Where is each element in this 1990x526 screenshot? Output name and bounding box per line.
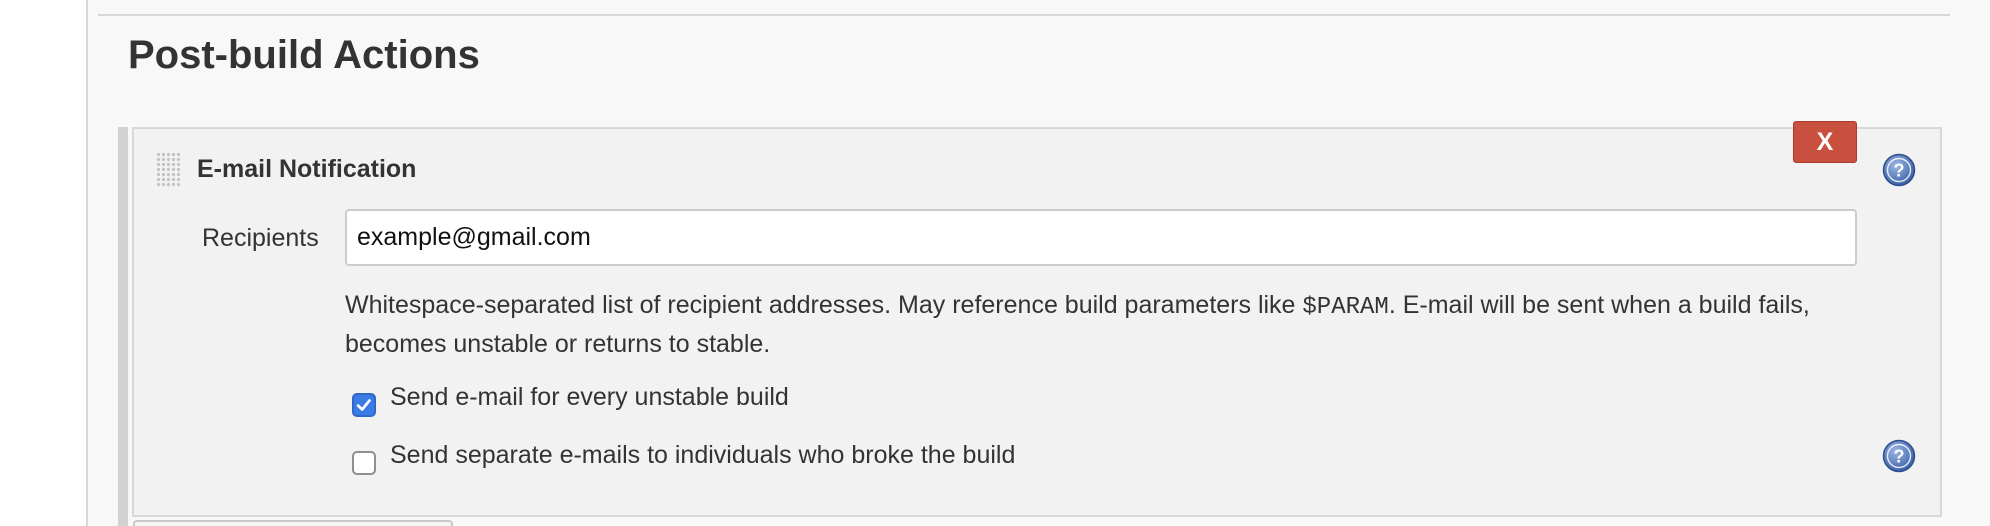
unstable-build-label[interactable]: Send e-mail for every unstable build [390,380,789,414]
section-title: Post-build Actions [128,33,480,77]
section-indent-bar [118,127,128,526]
unstable-build-checkbox[interactable] [352,393,376,417]
delete-step-button[interactable]: X [1793,121,1857,163]
individuals-checkbox[interactable] [352,451,376,475]
help-icon[interactable]: ? [1882,153,1916,187]
individuals-label[interactable]: Send separate e-mails to individuals who… [390,438,1015,472]
recipients-input[interactable] [345,209,1857,266]
add-action-button-edge[interactable] [133,520,453,526]
jenkins-config-page: Post-build Actions E-mail Notification X… [0,0,1990,526]
drag-handle-icon[interactable] [156,152,182,188]
left-margin-panel [0,0,88,526]
recipients-help-text: Whitespace-separated list of recipient a… [345,287,1835,362]
checkmark-icon [356,399,371,411]
recipients-label: Recipients [202,224,319,252]
param-code: $PARAM [1302,294,1389,321]
help-icon[interactable]: ? [1882,439,1916,473]
svg-text:?: ? [1894,161,1905,181]
help-text-before: Whitespace-separated list of recipient a… [345,291,1303,319]
section-divider [98,14,1950,16]
panel-title: E-mail Notification [197,155,417,183]
svg-text:?: ? [1894,447,1905,467]
